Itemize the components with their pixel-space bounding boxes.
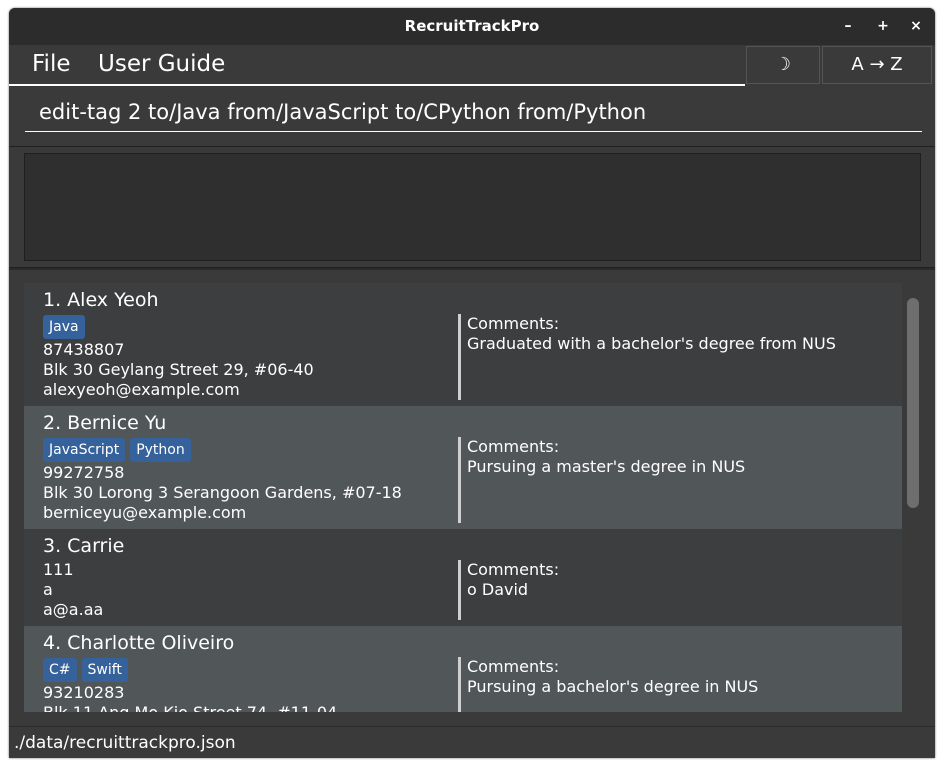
command-input[interactable] (25, 92, 922, 132)
comments-text: o David (467, 580, 529, 599)
comments-label: Comments: (467, 314, 560, 333)
tag-list: C# Swift (43, 658, 133, 682)
tag: C# (43, 658, 77, 682)
person-address: Blk 30 Lorong 3 Serangoon Gardens, #07-1… (43, 483, 402, 502)
theme-toggle-button[interactable]: ☽ (746, 46, 820, 84)
tag-list: JavaScript Python (43, 438, 196, 462)
person-email: berniceyu@example.com (43, 503, 247, 522)
person-name: 1. Alex Yeoh (43, 289, 159, 311)
window-title: RecruitTrackPro (404, 17, 540, 35)
comments-divider (458, 437, 461, 523)
tag: JavaScript (43, 438, 126, 462)
comments-divider (458, 314, 461, 400)
save-file-path: ./data/recruittrackpro.json (14, 733, 236, 753)
person-address: Blk 11 Ang Mo Kio Street 74, #11-04 (43, 703, 337, 712)
sort-button[interactable]: A → Z (822, 46, 932, 84)
comments-text: Pursuing a bachelor's degree in NUS (467, 677, 759, 696)
result-display-panel (9, 146, 935, 268)
person-address: Blk 30 Geylang Street 29, #06-40 (43, 360, 314, 379)
person-phone: 87438807 (43, 340, 125, 359)
tag: Swift (81, 658, 128, 682)
person-phone: 111 (43, 560, 74, 579)
person-card[interactable]: 4. Charlotte Oliveiro C#Swift 93210283 B… (24, 626, 902, 712)
person-name: 4. Charlotte Oliveiro (43, 632, 235, 654)
person-address: a (43, 580, 53, 599)
comments-divider (458, 560, 461, 620)
result-display (24, 153, 921, 261)
maximize-button[interactable]: + (874, 17, 892, 35)
person-email: a@a.aa (43, 600, 104, 619)
app-window: RecruitTrackPro – + × File User Guide ☽ … (9, 8, 935, 758)
person-list-panel: 1. Alex Yeoh Java 87438807 Blk 30 Geylan… (9, 270, 935, 726)
person-email: alexyeoh@example.com (43, 380, 240, 399)
moon-icon: ☽ (774, 54, 792, 75)
person-name: 2. Bernice Yu (43, 412, 167, 434)
person-card[interactable]: 3. Carrie 111 a a@a.aa Comments: o David (24, 529, 902, 626)
person-list[interactable]: 1. Alex Yeoh Java 87438807 Blk 30 Geylan… (24, 283, 902, 712)
comments-label: Comments: (467, 657, 560, 676)
tag-list: Java (43, 315, 90, 339)
comments-label: Comments: (467, 437, 560, 456)
command-box (9, 86, 935, 146)
minimize-button[interactable]: – (839, 17, 857, 35)
tag: Java (43, 315, 85, 339)
comments-text: Pursuing a master's degree in NUS (467, 457, 746, 476)
person-name: 3. Carrie (43, 535, 125, 557)
person-phone: 93210283 (43, 683, 125, 702)
menu-user-guide[interactable]: User Guide (98, 51, 225, 77)
comments-text: Graduated with a bachelor's degree from … (467, 334, 836, 353)
close-button[interactable]: × (907, 17, 925, 35)
person-phone: 99272758 (43, 463, 125, 482)
comments-divider (458, 657, 461, 712)
title-bar[interactable]: RecruitTrackPro – + × (9, 8, 935, 45)
menu-bar: File User Guide ☽ A → Z (9, 45, 935, 86)
person-card[interactable]: 1. Alex Yeoh Java 87438807 Blk 30 Geylan… (24, 283, 902, 406)
scrollbar-thumb[interactable] (907, 298, 919, 508)
tag: Python (130, 438, 191, 462)
comments-label: Comments: (467, 560, 560, 579)
person-card[interactable]: 2. Bernice Yu JavaScript Python 99272758 … (24, 406, 902, 529)
menu-file[interactable]: File (32, 51, 71, 77)
status-bar: ./data/recruittrackpro.json (9, 726, 935, 758)
